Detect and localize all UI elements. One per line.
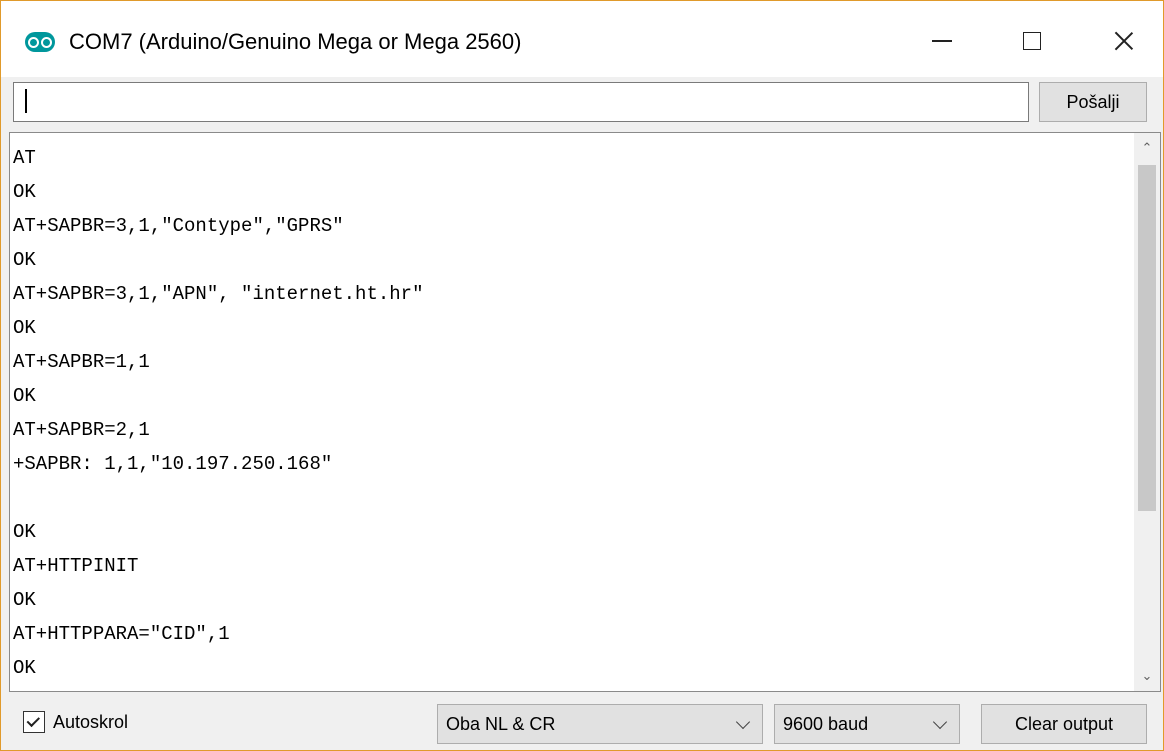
window-title: COM7 (Arduino/Genuino Mega or Mega 2560): [69, 29, 522, 54]
clear-output-button[interactable]: Clear output: [981, 704, 1147, 744]
output-line: AT+SAPBR=3,1,"Contype","GPRS": [13, 215, 344, 237]
output-line: AT: [13, 147, 36, 169]
output-line: OK: [13, 317, 36, 339]
scroll-down-icon[interactable]: ⌄: [1134, 663, 1160, 689]
output-line: OK: [13, 589, 36, 611]
scroll-up-icon[interactable]: ⌃: [1134, 135, 1160, 161]
chevron-down-icon: [932, 714, 948, 730]
output-line: OK: [13, 181, 36, 203]
output-line: +SAPBR: 1,1,"10.197.250.168": [13, 453, 333, 475]
chevron-down-icon: [735, 714, 751, 730]
output-line: AT+HTTPPARA="CID",1: [13, 623, 230, 645]
autoscroll-checkbox[interactable]: [23, 711, 45, 733]
output-line: AT+SAPBR=2,1: [13, 419, 150, 441]
serial-send-input[interactable]: [13, 82, 1029, 122]
scroll-thumb[interactable]: [1138, 165, 1156, 511]
send-button[interactable]: Pošalji: [1039, 82, 1147, 122]
output-line: AT+HTTPINIT: [13, 555, 139, 577]
autoscroll-toggle[interactable]: Autoskrol: [23, 711, 128, 733]
output-line: AT+SAPBR=1,1: [13, 351, 150, 373]
line-ending-select[interactable]: Oba NL & CR: [437, 704, 763, 744]
close-button[interactable]: [1101, 21, 1147, 61]
output-line: OK: [13, 657, 36, 679]
baud-rate-value: 9600 baud: [783, 713, 869, 734]
output-line: OK: [13, 521, 36, 543]
maximize-button[interactable]: [1009, 21, 1055, 61]
line-ending-value: Oba NL & CR: [446, 713, 556, 734]
serial-output-area[interactable]: AT OK AT+SAPBR=3,1,"Contype","GPRS" OK AT+SA…: [9, 132, 1161, 692]
minimize-button[interactable]: [919, 21, 965, 61]
serial-monitor-window: COM7 (Arduino/Genuino Mega or Mega 2560)…: [0, 0, 1164, 751]
maximize-icon: [1023, 32, 1041, 50]
close-icon: [1114, 31, 1134, 51]
vertical-scrollbar[interactable]: ⌃ ⌄: [1134, 133, 1160, 691]
arduino-logo-icon: [25, 32, 55, 52]
output-line: OK: [13, 249, 36, 271]
checkmark-icon: [26, 713, 41, 727]
baud-rate-select[interactable]: 9600 baud: [774, 704, 960, 744]
footer-bar: Autoskrol Oba NL & CR 9600 baud Clear ou…: [1, 694, 1163, 750]
text-caret: [25, 89, 27, 113]
title-bar[interactable]: COM7 (Arduino/Genuino Mega or Mega 2560): [1, 1, 1163, 77]
send-row: Pošalji: [1, 77, 1163, 129]
minimize-icon: [932, 40, 952, 42]
output-line: AT+SAPBR=3,1,"APN", "internet.ht.hr": [13, 283, 424, 305]
output-text: AT OK AT+SAPBR=3,1,"Contype","GPRS" OK AT+SA…: [13, 141, 1133, 685]
autoscroll-label: Autoskrol: [53, 711, 129, 732]
output-line: OK: [13, 385, 36, 407]
